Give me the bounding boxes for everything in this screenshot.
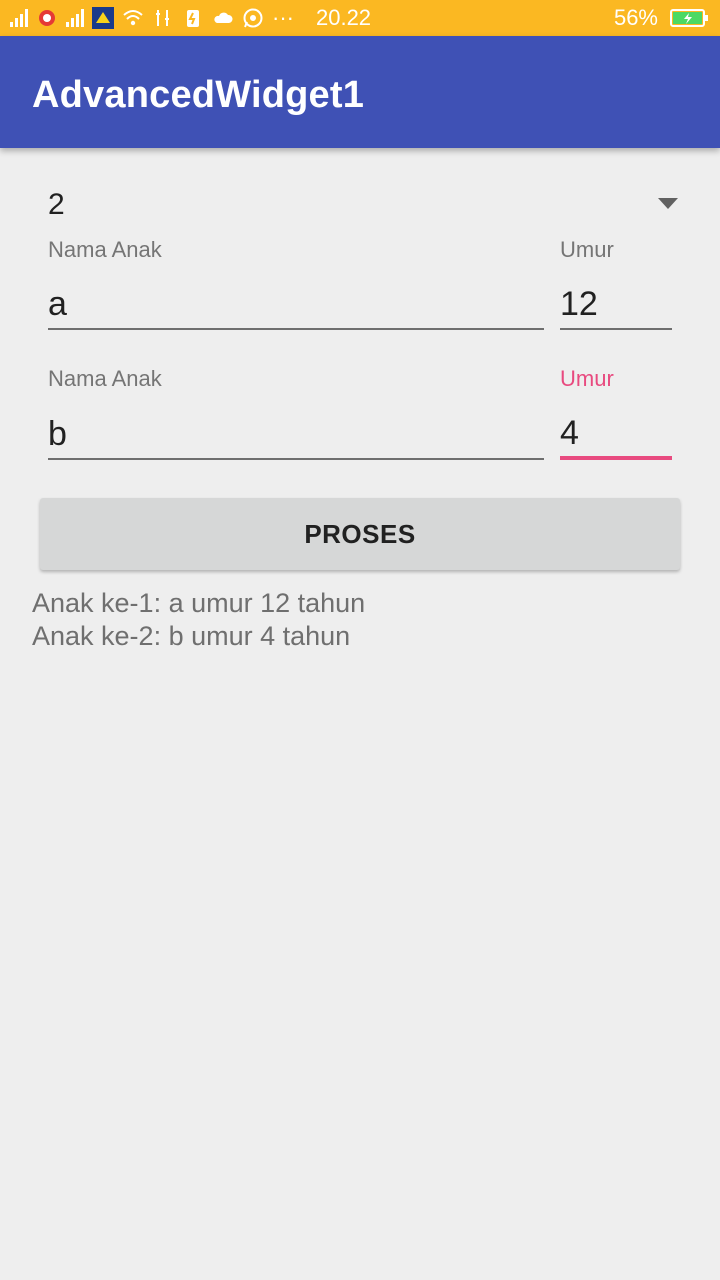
child-count-spinner[interactable]: 2 [32,168,688,240]
status-time: 20.22 [315,5,372,30]
result-line-1: Anak ke-1: a umur 12 tahun [32,588,366,618]
signal-2-icon [66,9,84,27]
more-notifications-icon: ··· [272,5,294,30]
result-line-2: Anak ke-2: b umur 4 tahun [32,621,351,651]
child-1-name-label: Nama Anak [48,237,162,262]
child-1-age-input[interactable] [560,280,672,330]
child-2-name-label: Nama Anak [48,366,162,391]
tools-icon [156,10,169,26]
dropdown-arrow-icon [658,198,678,209]
battery-percentage: 56% [613,5,658,30]
signal-1-icon [10,9,28,27]
app-bar: AdvancedWidget1 [0,36,720,148]
proses-button[interactable]: PROSES [40,498,680,570]
carrier-logo-icon [39,10,55,26]
app-title: AdvancedWidget1 [32,74,365,116]
wifi-icon [123,10,143,26]
cloud-icon [214,12,233,23]
child-2-age-input[interactable] [560,410,672,460]
status-icons-left: ··· 20.22 [10,0,371,36]
battery-charging-icon [670,9,708,27]
battery-saver-icon [187,10,199,27]
child-2-name-input[interactable] [48,410,544,460]
xl-logo-icon [92,7,114,29]
child-1-name-input[interactable] [48,280,544,330]
child-1-age-label: Umur [560,237,614,262]
status-icons-right: 56% [614,0,710,36]
whatsapp-icon [243,8,263,28]
status-bar: ··· 20.22 56% [0,0,720,36]
spinner-selected-value: 2 [48,188,65,221]
child-2-age-label: Umur [560,366,614,391]
